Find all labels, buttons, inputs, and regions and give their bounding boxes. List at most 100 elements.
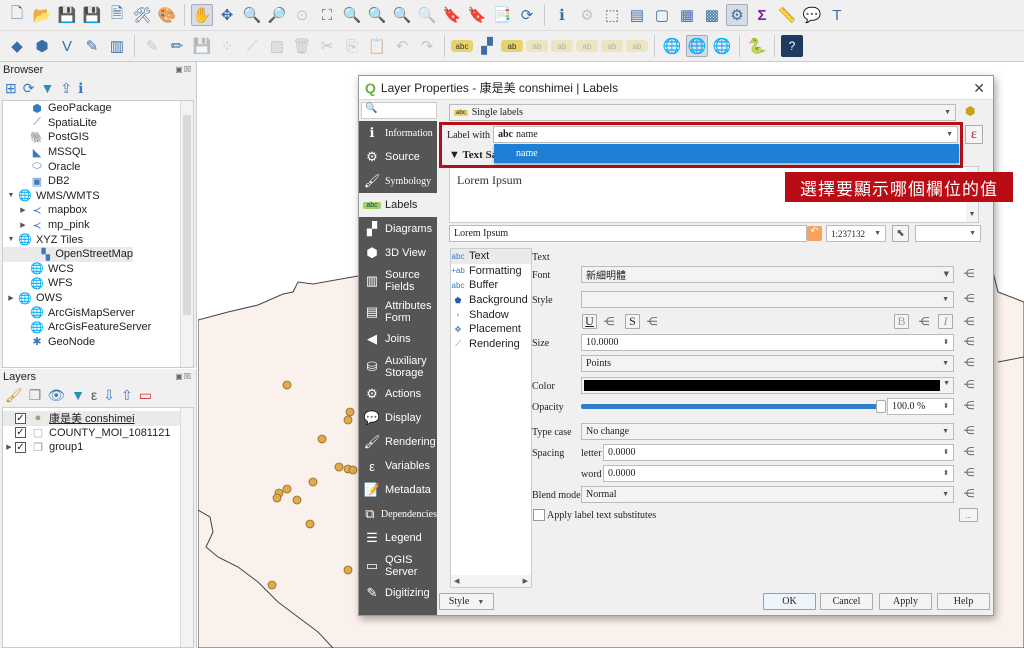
font-style-select[interactable]: ▼ [581, 291, 954, 308]
bold-button[interactable]: B [894, 314, 909, 329]
browser-item[interactable]: ⟋ SpatiaLite [3, 116, 193, 131]
data-defined-override-icon[interactable]: ⋲ [602, 315, 616, 328]
add-group-icon[interactable]: ❐ [29, 387, 42, 404]
browser-item[interactable]: 🐘 PostGIS [3, 130, 193, 145]
data-defined-override-icon[interactable]: ⋲ [962, 424, 976, 437]
color-button[interactable]: ▼ [581, 377, 954, 394]
size-input[interactable]: 10.0000 ⬍ [581, 334, 954, 351]
data-defined-override-icon[interactable]: ⋲ [962, 399, 976, 412]
sidebar-item-labels[interactable]: abc Labels [359, 193, 437, 217]
sidebar-item-actions[interactable]: ⚙ Actions [359, 382, 437, 406]
identify-icon[interactable]: ℹ [551, 4, 573, 26]
browser-scrollbar[interactable] [180, 101, 193, 367]
current-edits-icon[interactable]: ✎ [141, 35, 163, 57]
sidebar-item-joins[interactable]: ◀ Joins [359, 327, 437, 351]
close-icon[interactable]: ✕ [973, 80, 985, 97]
data-source-manager-icon[interactable]: ◆ [6, 35, 28, 57]
strikeout-button[interactable]: S [625, 314, 640, 329]
panel-float-close-icons[interactable]: ▣☒ [175, 65, 196, 74]
scale-select[interactable]: 1:237132 ▼ [826, 225, 886, 242]
browser-item[interactable]: ⬢ GeoPackage [3, 101, 193, 116]
labeling-mode-select[interactable]: abc Single labels ▼ [449, 104, 956, 121]
sidebar-item-legend[interactable]: ☰ Legend [359, 526, 437, 550]
toggle-editing-icon[interactable]: ✏ [166, 35, 188, 57]
spatial-bookmarks-icon[interactable]: 📑 [491, 4, 513, 26]
data-defined-override-icon[interactable]: ⋲ [962, 378, 976, 391]
expression-button[interactable]: ε [965, 125, 983, 144]
underline-button[interactable]: U [582, 314, 597, 329]
pan-to-selection-icon[interactable]: ✥ [216, 4, 238, 26]
opacity-slider-handle[interactable] [876, 400, 886, 413]
pan-icon[interactable]: ✋ [191, 4, 213, 26]
browser-item[interactable]: ▶ 🌐 OWS [3, 291, 193, 306]
highlight-pinned-icon[interactable]: ab [526, 40, 548, 52]
browser-item[interactable]: 🌐 ArcGisFeatureServer [3, 320, 193, 335]
zoom-last-icon[interactable]: 🔍 [391, 4, 413, 26]
cut-features-icon[interactable]: ✂ [316, 35, 338, 57]
zoom-native-icon[interactable]: ⊙ [291, 4, 313, 26]
browser-item[interactable]: ✱ GeoNode [3, 335, 193, 350]
new-spatialite-layer-icon[interactable]: ✎ [81, 35, 103, 57]
subtab-formatting[interactable]: +ab Formatting [451, 264, 531, 279]
sidebar-item-rendering[interactable]: 🖌 Rendering [359, 430, 437, 454]
browser-item[interactable]: 🌐 WCS [3, 262, 193, 277]
data-defined-override-icon[interactable]: ⋲ [962, 267, 976, 280]
refresh-icon[interactable]: ⟳ [23, 80, 35, 97]
map-tips-icon[interactable]: 💬 [801, 4, 823, 26]
data-defined-override-icon[interactable]: ⋲ [962, 487, 976, 500]
layout-manager-icon[interactable]: 🛠 [131, 4, 153, 26]
subtab-background[interactable]: ⬟ Background [451, 293, 531, 308]
statistical-summary-icon[interactable]: Σ [751, 4, 773, 26]
sidebar-item-qgis-server[interactable]: ▭ QGIS Server [359, 550, 437, 581]
pick-scale-button[interactable]: ⬉ [892, 225, 909, 242]
sidebar-item-variables[interactable]: ε Variables [359, 454, 437, 478]
type-case-select[interactable]: No change ▼ [581, 423, 954, 440]
show-hide-labels-icon[interactable]: ab [551, 40, 573, 52]
browser-item[interactable]: ▚ OpenStreetMap [3, 246, 133, 262]
new-project-icon[interactable]: 🗋 [6, 4, 28, 26]
style-menu-button[interactable]: Style ▼ [439, 593, 494, 610]
sidebar-item-digitizing[interactable]: ✎ Digitizing [359, 581, 437, 605]
browser-item[interactable]: ▶ ≺ mapbox [3, 203, 193, 218]
zoom-selection-icon[interactable]: 🔍 [341, 4, 363, 26]
data-defined-override-icon[interactable]: ⋲ [962, 315, 976, 328]
layer-visibility-checkbox[interactable]: ✓ [15, 441, 26, 453]
browser-item[interactable]: ▼ 🌐 XYZ Tiles [3, 232, 193, 247]
opacity-input[interactable]: 100.0 % ⬍ [887, 398, 954, 415]
metasearch-icon[interactable]: 🌐 [661, 35, 683, 57]
zoom-layer-icon[interactable]: 🔍 [366, 4, 388, 26]
browser-item[interactable]: ▼ 🌐 WMS/WMTS [3, 189, 193, 204]
select-features-icon[interactable]: ⬚ [601, 4, 623, 26]
preview-text-input[interactable]: Lorem Ipsum [449, 225, 807, 242]
delete-selected-icon[interactable]: 🗑 [291, 35, 313, 57]
filter-legend-icon[interactable]: ▼ [71, 387, 85, 403]
blend-mode-select[interactable]: Normal ▼ [581, 486, 954, 503]
collapse-all-icon[interactable]: ⇪ [60, 80, 72, 97]
sidebar-item-dependencies[interactable]: ⧉ Dependencies [359, 502, 437, 526]
layer-item[interactable]: ✓ ▢ COUNTY_MOI_1081121 [3, 426, 193, 441]
save-project-icon[interactable]: 💾 [56, 4, 78, 26]
metasearch-active-icon[interactable]: 🌐 [686, 35, 708, 57]
browser-item[interactable]: 🌐 ArcGisMapServer [3, 305, 193, 320]
style-manager-icon[interactable]: ⬢ [965, 104, 975, 118]
sublist-hscroll[interactable]: ◀ ▶ [451, 575, 531, 587]
layer-item[interactable]: ▶ ✓ ❐ group1 [3, 440, 193, 455]
attribute-table-icon[interactable]: ▦ [676, 4, 698, 26]
help-button[interactable]: Help [937, 593, 990, 610]
sidebar-item-display[interactable]: 💬 Display [359, 406, 437, 430]
sidebar-item-source[interactable]: ⚙ Source [359, 145, 437, 169]
apply-button[interactable]: Apply [879, 593, 932, 610]
new-temporary-layer-icon[interactable]: ▥ [106, 35, 128, 57]
browser-item[interactable]: ▶ ≺ mp_pink [3, 218, 193, 233]
data-defined-override-icon[interactable]: ⋲ [962, 356, 976, 369]
layers-scrollbar[interactable] [180, 408, 193, 647]
subtab-rendering[interactable]: ⟋ Rendering [451, 337, 531, 352]
data-defined-override-icon[interactable]: ⋲ [962, 445, 976, 458]
geocoder-icon[interactable]: 🌐 [711, 35, 733, 57]
layer-diagram-icon[interactable]: ▞ [476, 35, 498, 57]
run-action-icon[interactable]: ⚙ [576, 4, 598, 26]
remove-layer-icon[interactable]: ▭ [139, 387, 152, 404]
layer-item[interactable]: ✓ ● 康是美 conshimei [3, 411, 193, 426]
subtab-shadow[interactable]: ◗ Shadow [451, 307, 531, 322]
browser-item[interactable]: ⬭ Oracle [3, 159, 193, 174]
